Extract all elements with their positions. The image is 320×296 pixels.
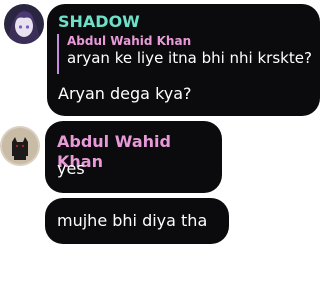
avatar-shadow[interactable]: [4, 4, 44, 44]
message-bubble-abdul: Abdul Wahid Khan yes: [45, 121, 222, 193]
reply-text: aryan ke liye itna bhi nhi krskte?: [67, 49, 312, 67]
message-text: yes: [57, 159, 85, 178]
message-text: mujhe bhi diya tha: [57, 211, 208, 230]
dark-cat-avatar-icon: [0, 126, 40, 166]
message-bubble-shadow: SHADOW Abdul Wahid Khan aryan ke liye it…: [47, 4, 320, 116]
anime-character-avatar-icon: [4, 4, 44, 44]
reply-quote[interactable]: Abdul Wahid Khan aryan ke liye itna bhi …: [57, 34, 312, 74]
reply-author: Abdul Wahid Khan: [67, 34, 192, 48]
message-bubble-abdul-followup: mujhe bhi diya tha: [45, 198, 229, 244]
message-text: Aryan dega kya?: [58, 84, 192, 103]
avatar-abdul-wahid-khan[interactable]: [0, 126, 40, 166]
author-name-shadow[interactable]: SHADOW: [58, 12, 140, 32]
